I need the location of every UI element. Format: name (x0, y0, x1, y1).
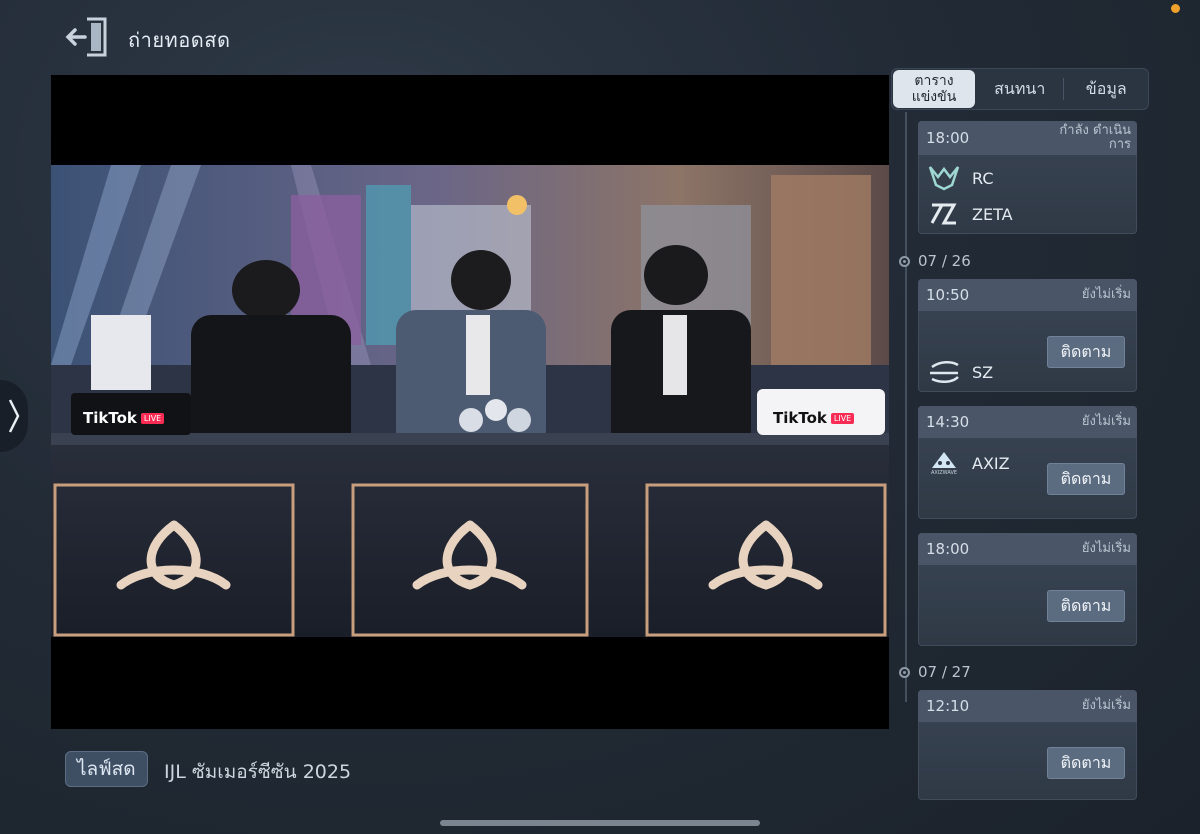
follow-button[interactable]: ติดตาม (1047, 590, 1125, 622)
tab-schedule[interactable]: ตาราง แข่งขัน (893, 70, 975, 108)
match-time: 14:30 (926, 413, 970, 431)
match-time: 18:00 (926, 129, 970, 147)
match-card-header: 18:00 กำลัง ดำเนินการ (918, 121, 1137, 155)
date-label: 07 / 27 (918, 663, 971, 681)
exit-door-icon (65, 17, 107, 57)
team-row: RC (928, 165, 994, 191)
follow-button[interactable]: ติดตาม (1047, 747, 1125, 779)
sz-team-logo-icon (930, 361, 959, 383)
zeta-team-logo-icon (930, 203, 957, 225)
team-row: SZ (928, 359, 993, 385)
video-player[interactable]: TikTok LIVE TikTok LIVE (51, 75, 889, 729)
tiktok-wordmark: TikTok (773, 409, 827, 427)
stream-frame: TikTok LIVE TikTok LIVE (51, 165, 889, 637)
match-card[interactable]: 10:50 ยังไม่เริ่ม ติดตาม SZ (918, 279, 1137, 392)
tiktok-wordmark: TikTok (83, 409, 137, 427)
chevron-right-icon (8, 399, 20, 433)
date-label: 07 / 26 (918, 252, 971, 270)
axiz-team-logo: AXIZWAVE (928, 450, 960, 476)
team-row: ZETA (928, 203, 1013, 225)
date-marker: 07 / 27 (899, 663, 971, 681)
live-badge: ไลฟ์สด (65, 751, 148, 787)
team-name: AXIZ (972, 453, 1010, 473)
match-card-header: 12:10 ยังไม่เริ่ม (918, 690, 1137, 722)
event-title: IJL ซัมเมอร์ซีซัน 2025 (164, 761, 352, 783)
page-title: ถ่ายทอดสด (128, 28, 231, 52)
axiz-logo-text: AXIZWAVE (930, 470, 958, 476)
team-name: ZETA (972, 204, 1013, 224)
status-dot (1171, 4, 1180, 13)
live-tag: LIVE (140, 412, 165, 424)
panel-tabs: ตาราง แข่งขัน สนทนา ข้อมูล (891, 68, 1149, 110)
match-time: 12:10 (926, 697, 970, 715)
match-card-header: 14:30 ยังไม่เริ่ม (918, 406, 1137, 438)
match-status: ยังไม่เริ่ม (1081, 414, 1131, 429)
rc-team-logo-icon (928, 166, 960, 191)
match-card[interactable]: 18:00 กำลัง ดำเนินการ RC ZETA (918, 121, 1137, 234)
team-name: SZ (972, 362, 994, 382)
home-indicator[interactable] (440, 820, 760, 826)
date-dot (899, 255, 910, 267)
tab-chat[interactable]: สนทนา (977, 68, 1063, 110)
broadcast-studio-image (51, 165, 889, 637)
tiktok-logo-left: TikTok LIVE (83, 409, 165, 427)
match-status: ยังไม่เริ่ม (1081, 287, 1131, 302)
expand-sidebar-button[interactable] (0, 380, 28, 452)
match-status: ยังไม่เริ่ม (1081, 698, 1131, 713)
match-time: 18:00 (926, 540, 970, 558)
team-row: AXIZWAVE AXIZ (928, 450, 1010, 476)
follow-button[interactable]: ติดตาม (1047, 336, 1125, 368)
match-card[interactable]: 14:30 ยังไม่เริ่ม AXIZWAVE AXIZ ติดตาม (918, 406, 1137, 519)
match-card-header: 10:50 ยังไม่เริ่ม (918, 279, 1137, 311)
exit-button[interactable] (62, 12, 114, 62)
date-dot (899, 666, 910, 678)
match-card[interactable]: 18:00 ยังไม่เริ่ม ติดตาม (918, 533, 1137, 646)
tiktok-logo-right: TikTok LIVE (773, 409, 855, 427)
live-tag: LIVE (830, 412, 855, 424)
follow-button[interactable]: ติดตาม (1047, 463, 1125, 495)
match-time: 10:50 (926, 286, 970, 304)
match-card[interactable]: 12:10 ยังไม่เริ่ม ติดตาม (918, 690, 1137, 800)
team-name: RC (972, 168, 994, 188)
tab-info[interactable]: ข้อมูล (1064, 68, 1150, 110)
match-status: กำลัง ดำเนินการ (1059, 123, 1131, 152)
match-status: ยังไม่เริ่ม (1081, 541, 1131, 556)
date-marker: 07 / 26 (899, 252, 971, 270)
timeline-line (905, 112, 907, 702)
match-card-header: 18:00 ยังไม่เริ่ม (918, 533, 1137, 565)
axiz-wave-icon (932, 452, 956, 468)
